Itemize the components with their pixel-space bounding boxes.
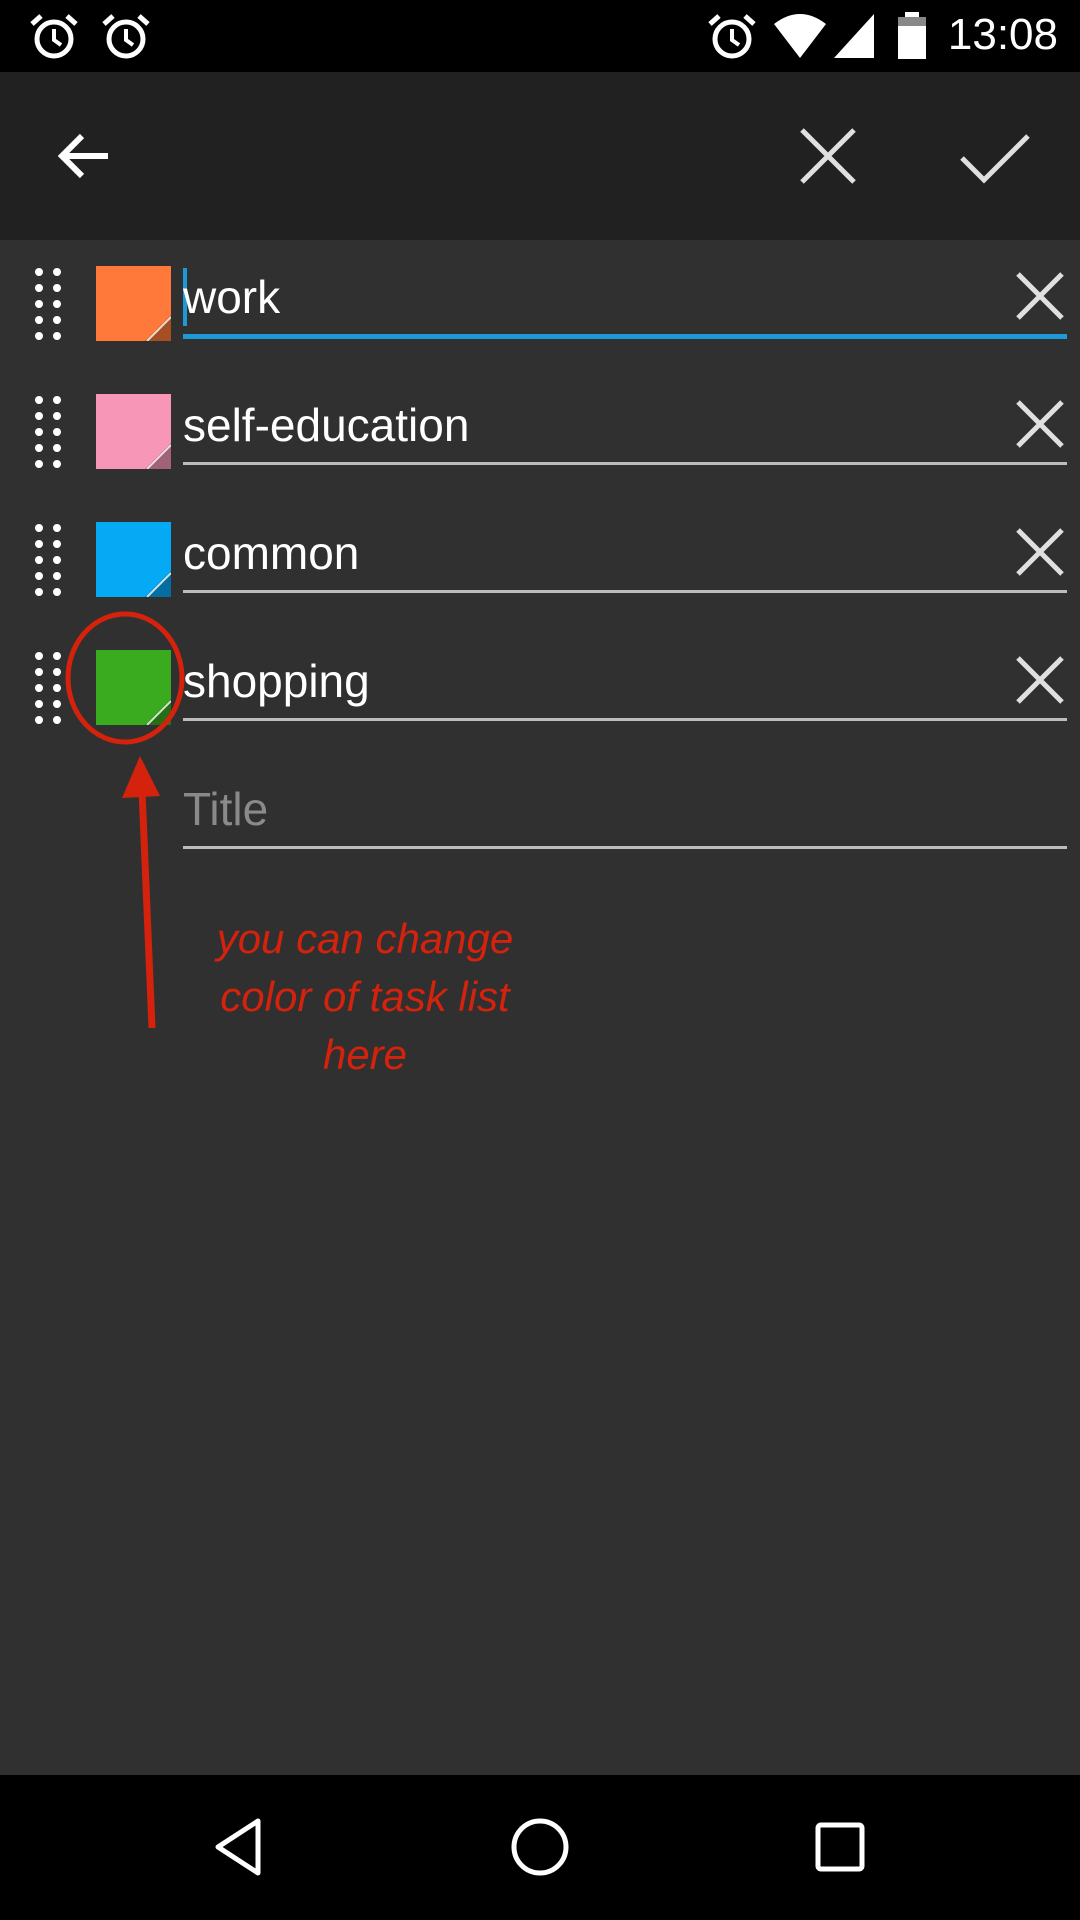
nav-back-button[interactable] [200,1807,280,1887]
annotation-circle [65,611,185,745]
navigation-bar [0,1775,1080,1920]
annotation-arrow-head [122,756,160,798]
recents-square-icon [815,1822,865,1872]
annotation-text: you can change color of task list here [150,910,580,1084]
annotation-line: here [322,1031,408,1078]
back-triangle-icon [215,1818,261,1876]
home-circle-icon [511,1818,569,1876]
annotation-line: color of task list [220,973,510,1020]
nav-home-button[interactable] [500,1807,580,1887]
annotation-line: you can change [216,915,514,962]
nav-recents-button[interactable] [800,1807,880,1887]
